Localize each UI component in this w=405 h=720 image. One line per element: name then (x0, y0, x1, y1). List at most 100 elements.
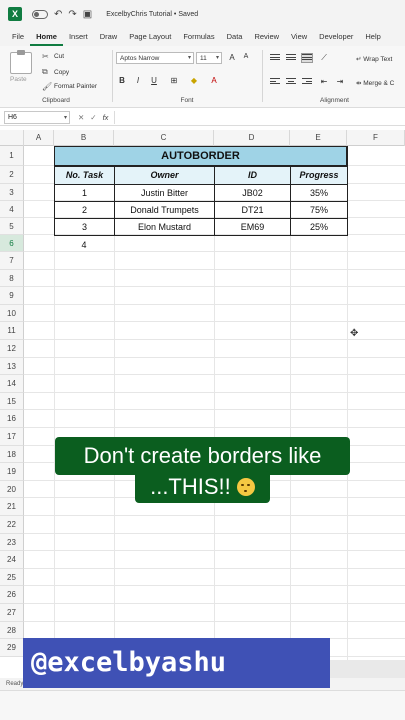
cut-button[interactable]: ✂ Cut (42, 52, 64, 61)
row-header[interactable]: 25 (0, 568, 24, 587)
font-size-dropdown[interactable]: 11 ▾ (196, 52, 222, 64)
decrease-font-icon[interactable]: A (240, 53, 252, 60)
row-header[interactable]: 27 (0, 604, 24, 622)
column-header-c[interactable]: C (114, 130, 214, 146)
row-header[interactable]: 6 (0, 235, 24, 252)
redo-icon[interactable]: ↷ (68, 9, 76, 20)
row-header[interactable]: 18 (0, 445, 24, 464)
outdent-icon[interactable]: ⇥ (334, 77, 346, 86)
orientation-icon[interactable]: ⟋ (318, 53, 330, 63)
tab-data[interactable]: Data (221, 28, 249, 46)
select-all-corner[interactable] (0, 130, 24, 146)
align-middle-icon[interactable] (286, 54, 296, 62)
extra-task-cell[interactable]: 4 (54, 237, 114, 254)
row-header[interactable]: 4 (0, 201, 24, 218)
tab-home[interactable]: Home (30, 28, 63, 46)
insert-function-icon[interactable]: fx (103, 113, 109, 122)
row-header[interactable]: 9 (0, 287, 24, 305)
column-header-b[interactable]: B (54, 130, 114, 146)
tab-file[interactable]: File (6, 28, 30, 46)
paste-button-label[interactable]: Paste (10, 76, 27, 83)
table-cell[interactable]: Donald Trumpets (114, 201, 214, 218)
row-header[interactable]: 2 (0, 166, 24, 184)
tab-page-layout[interactable]: Page Layout (123, 28, 177, 46)
align-left-icon[interactable] (270, 78, 280, 86)
table-cell[interactable]: 35% (290, 184, 347, 201)
font-color-icon[interactable]: A (208, 76, 220, 85)
row-header[interactable]: 19 (0, 463, 24, 481)
italic-button[interactable]: I (132, 76, 144, 85)
row-header[interactable]: 24 (0, 551, 24, 569)
fill-color-icon[interactable]: ◆ (188, 76, 200, 85)
row-header[interactable]: 14 (0, 375, 24, 393)
align-bottom-icon[interactable] (301, 53, 313, 63)
autosave-toggle[interactable] (32, 9, 48, 19)
enter-icon[interactable]: ✓ (90, 113, 96, 122)
row-header[interactable]: 20 (0, 480, 24, 499)
table-header-no-task[interactable]: No. Task (54, 166, 114, 184)
table-cell[interactable]: 75% (290, 201, 347, 218)
merge-center-button[interactable]: ⇹ Merge & C (356, 79, 394, 87)
format-painter-button[interactable]: 🖌 Format Painter (42, 82, 97, 91)
document-title[interactable]: ExcelbyChris Tutorial • Saved (106, 11, 198, 18)
table-cell[interactable]: Justin Bitter (114, 184, 214, 201)
row-header[interactable]: 28 (0, 621, 24, 640)
row-header[interactable]: 16 (0, 410, 24, 428)
table-title[interactable]: AUTOBORDER (54, 146, 347, 166)
save-icon[interactable]: ▣ (83, 9, 92, 20)
font-name-dropdown[interactable]: Aptos Narrow ▾ (116, 52, 194, 64)
borders-icon[interactable]: ⊞ (168, 76, 180, 85)
row-header[interactable]: 15 (0, 392, 24, 411)
row-header[interactable]: 22 (0, 516, 24, 534)
table-cell[interactable]: JB02 (214, 184, 290, 201)
cancel-icon[interactable]: ✕ (78, 113, 84, 122)
tab-review[interactable]: Review (248, 28, 285, 46)
align-right-icon[interactable] (302, 78, 312, 86)
row-header[interactable]: 12 (0, 340, 24, 358)
bold-button[interactable]: B (116, 76, 128, 85)
row-header[interactable]: 7 (0, 252, 24, 270)
row-header[interactable]: 17 (0, 428, 24, 446)
indent-icon[interactable]: ⇤ (318, 77, 330, 86)
table-cell[interactable]: 3 (54, 218, 114, 235)
row-header[interactable]: 1 (0, 146, 24, 166)
row-header[interactable]: 3 (0, 184, 24, 201)
row-header[interactable]: 26 (0, 586, 24, 604)
undo-icon[interactable]: ↶ (54, 9, 62, 20)
table-cell[interactable]: DT21 (214, 201, 290, 218)
tab-developer[interactable]: Developer (313, 28, 359, 46)
table-cell[interactable]: EM69 (214, 218, 290, 235)
column-header-a[interactable]: A (24, 130, 54, 146)
wrap-text-button[interactable]: ↵ Wrap Text (356, 55, 392, 63)
column-header-f[interactable]: F (347, 130, 405, 146)
align-center-icon[interactable] (286, 78, 296, 86)
row-header[interactable]: 8 (0, 269, 24, 288)
column-header-e[interactable]: E (290, 130, 347, 146)
formula-input[interactable] (114, 111, 405, 124)
tab-draw[interactable]: Draw (94, 28, 124, 46)
align-top-icon[interactable] (270, 54, 280, 62)
copy-button[interactable]: ⧉ Copy (42, 67, 69, 77)
column-header-d[interactable]: D (214, 130, 290, 146)
tab-view[interactable]: View (285, 28, 313, 46)
row-header[interactable]: 13 (0, 357, 24, 376)
table-cell[interactable]: 2 (54, 201, 114, 218)
name-box[interactable]: H6 ▾ (4, 111, 70, 124)
tab-help[interactable]: Help (359, 28, 386, 46)
increase-font-icon[interactable]: A (226, 53, 238, 62)
row-header[interactable]: 29 (0, 639, 24, 657)
table-header-owner[interactable]: Owner (114, 166, 214, 184)
table-header-progress[interactable]: Progress (290, 166, 347, 184)
row-header[interactable]: 11 (0, 322, 24, 340)
worksheet-grid[interactable]: A B C D E F 1 2 3 4 5 6 7 8 9 10 11 12 13 14 15 16 17 18 1… (0, 130, 405, 660)
table-cell[interactable]: Elon Mustard (114, 218, 214, 235)
underline-button[interactable]: U (148, 76, 160, 85)
tab-insert[interactable]: Insert (63, 28, 94, 46)
table-header-id[interactable]: ID (214, 166, 290, 184)
table-cell[interactable]: 1 (54, 184, 114, 201)
paste-icon[interactable] (10, 50, 32, 74)
table-cell[interactable]: 25% (290, 218, 347, 235)
row-header[interactable]: 10 (0, 304, 24, 323)
tab-formulas[interactable]: Formulas (177, 28, 220, 46)
row-header[interactable]: 23 (0, 533, 24, 552)
